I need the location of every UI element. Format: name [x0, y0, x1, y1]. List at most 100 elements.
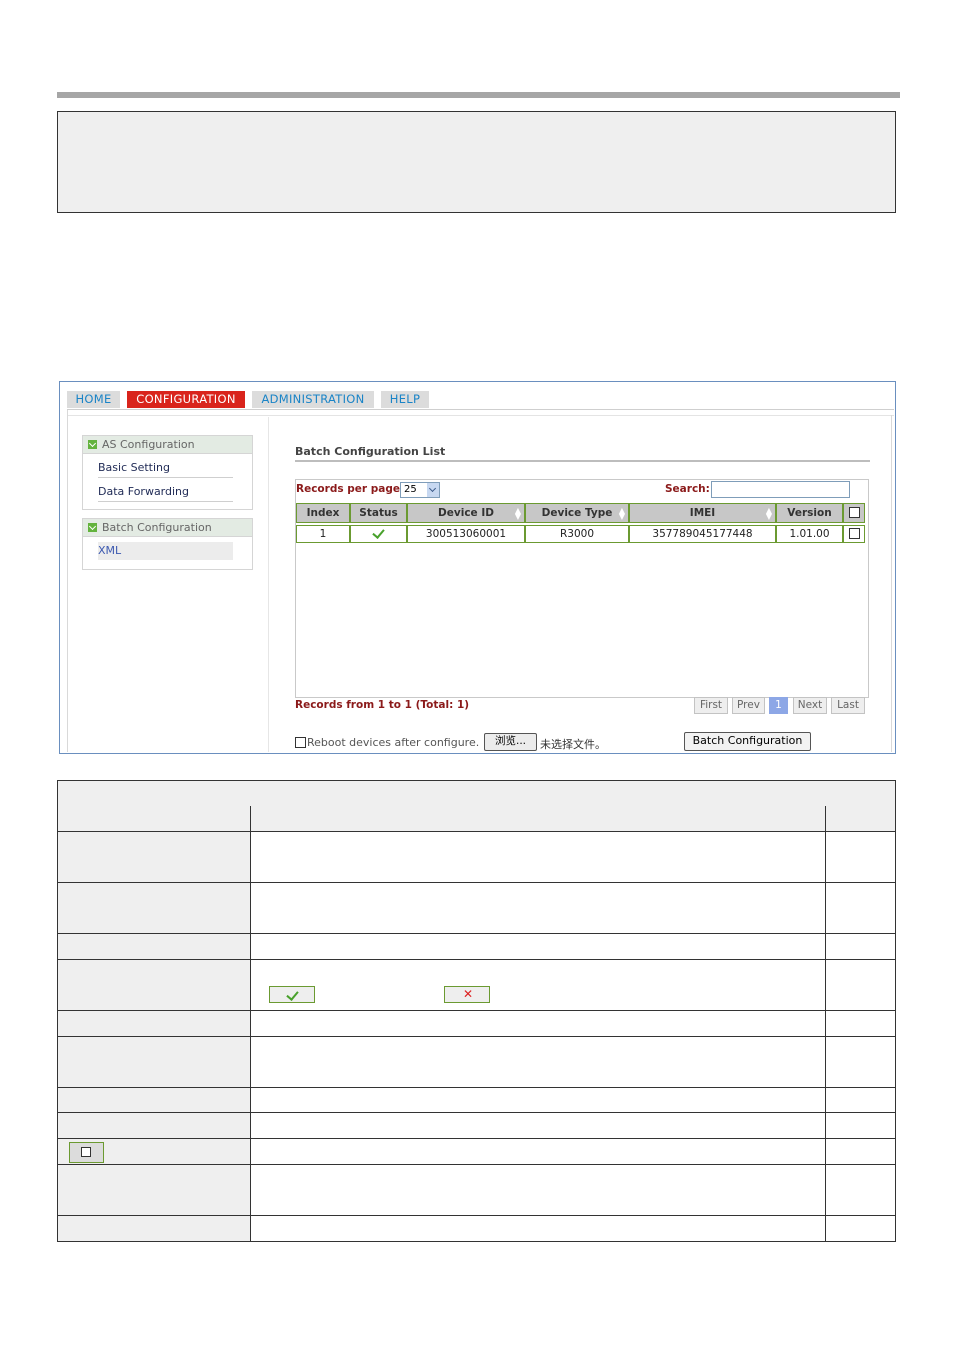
failure-status-sample: ✕: [444, 986, 490, 1003]
table-cell: [58, 1088, 251, 1112]
sidebar-item-data-forwarding[interactable]: Data Forwarding: [98, 483, 233, 502]
check-icon: [372, 526, 385, 539]
sidebar-divider: [268, 417, 269, 752]
browse-button[interactable]: 浏览...: [484, 733, 537, 751]
column-header-version[interactable]: Version: [776, 503, 843, 523]
column-label: Device Type: [541, 507, 613, 519]
title-rule: [295, 460, 870, 462]
table-cell: ✕: [251, 960, 826, 1010]
column-header-index[interactable]: Index: [296, 503, 350, 523]
sidebar-group-header[interactable]: AS Configuration: [83, 436, 252, 454]
pagination-first[interactable]: First: [694, 697, 728, 714]
table-cell: [826, 1088, 895, 1112]
collapse-icon: [88, 523, 97, 532]
select-all-checkbox[interactable]: [848, 506, 860, 518]
table-cell: [251, 1037, 826, 1087]
table-cell: [58, 1037, 251, 1087]
table-cell: [826, 934, 895, 959]
table-row: [57, 1139, 896, 1165]
table-cell: [826, 883, 895, 933]
page-title: Batch Configuration List: [295, 445, 446, 458]
tab-configuration[interactable]: CONFIGURATION: [127, 391, 245, 408]
sidebar-group-header[interactable]: Batch Configuration: [83, 519, 252, 537]
batch-configuration-button[interactable]: Batch Configuration: [684, 732, 811, 751]
table-cell: [251, 1088, 826, 1112]
checkbox-sample: [69, 1142, 104, 1163]
table-cell: [826, 1011, 895, 1036]
table-cell: [826, 1216, 895, 1241]
table-cell: [826, 832, 895, 882]
table-cell: [251, 1139, 826, 1164]
records-per-page-select[interactable]: 25: [400, 482, 440, 498]
column-header-device-id[interactable]: Device ID ▲ ▼: [407, 503, 525, 523]
content-right-border: [891, 415, 892, 752]
cell-index: 1: [296, 525, 350, 543]
table-cell: [58, 883, 251, 933]
tab-help[interactable]: HELP: [381, 391, 429, 408]
content-left-border: [67, 410, 68, 752]
table-cell: [58, 934, 251, 959]
column-header-device-type[interactable]: Device Type ▲ ▼: [525, 503, 629, 523]
column-label: IMEI: [689, 507, 716, 519]
column-label: Version: [787, 507, 832, 519]
table-row: [57, 883, 896, 934]
tab-divider: [67, 409, 894, 410]
records-per-page-value: 25: [404, 484, 417, 495]
table-cell: [251, 832, 826, 882]
sidebar-item-basic-setting[interactable]: Basic Setting: [98, 459, 233, 478]
table-cell: [251, 1216, 826, 1241]
table-row: [57, 1011, 896, 1037]
table-row: [57, 1216, 896, 1242]
sidebar-group-as-configuration: AS Configuration Basic Setting Data Forw…: [82, 435, 253, 510]
pagination-next[interactable]: Next: [793, 697, 827, 714]
table-cell: [826, 1165, 895, 1215]
cell-imei: 357789045177448: [629, 525, 776, 543]
table-cell: [251, 883, 826, 933]
sort-icon: ▲ ▼: [765, 506, 772, 521]
tab-administration[interactable]: ADMINISTRATION: [252, 391, 374, 408]
table-cell: [826, 1139, 895, 1164]
no-file-label: 未选择文件。: [540, 738, 606, 751]
table-cell: [826, 1113, 895, 1138]
table-row: [57, 1037, 896, 1088]
table-cell: [826, 1037, 895, 1087]
pagination-page-1[interactable]: 1: [769, 697, 788, 714]
column-header-imei[interactable]: IMEI ▲ ▼: [629, 503, 776, 523]
table-cell: [826, 960, 895, 1010]
cell-device-type: R3000: [525, 525, 629, 543]
table-cell: [251, 806, 826, 831]
table-row: [57, 832, 896, 883]
table-row: ✕: [57, 960, 896, 1011]
column-header-select-all: [843, 503, 865, 523]
search-input[interactable]: [711, 481, 850, 498]
table-cell: [826, 806, 895, 831]
table-row: [57, 934, 896, 960]
sort-icon: ▲ ▼: [514, 506, 521, 521]
column-header-status[interactable]: Status: [350, 503, 407, 523]
table-cell: [251, 1165, 826, 1215]
cell-status: [350, 525, 407, 543]
table-cell: [251, 1113, 826, 1138]
sort-icon: ▲ ▼: [618, 506, 625, 521]
chevron-down-icon: [427, 483, 439, 497]
column-label: Status: [359, 507, 398, 519]
tab-home[interactable]: HOME: [67, 391, 120, 408]
sidebar-group-title: AS Configuration: [102, 438, 195, 451]
sidebar-group-title: Batch Configuration: [102, 521, 212, 534]
pagination-prev[interactable]: Prev: [732, 697, 765, 714]
table-cell: [58, 832, 251, 882]
success-status-sample: [269, 986, 315, 1003]
table-cell: [251, 1011, 826, 1036]
table-cell: [58, 1113, 251, 1138]
table-cell: [58, 960, 251, 1010]
top-rule: [57, 92, 900, 98]
pagination-last[interactable]: Last: [831, 697, 865, 714]
column-label: Index: [306, 507, 340, 519]
reboot-checkbox[interactable]: [295, 736, 306, 748]
table-header-row: [57, 806, 896, 832]
sidebar-item-xml[interactable]: XML: [98, 542, 233, 560]
table-title-row: [57, 780, 896, 807]
row-checkbox[interactable]: [848, 527, 860, 539]
table-cell: [58, 1011, 251, 1036]
reboot-label: Reboot devices after configure.: [307, 736, 480, 749]
